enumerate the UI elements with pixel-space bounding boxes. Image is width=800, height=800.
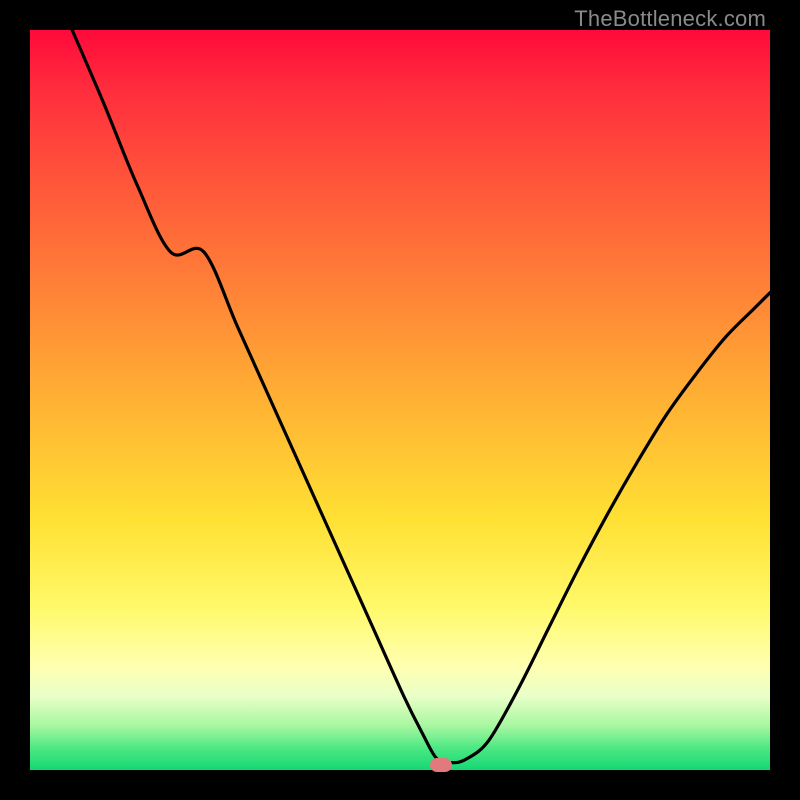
watermark-text: TheBottleneck.com	[574, 6, 766, 32]
chart-frame: TheBottleneck.com	[0, 0, 800, 800]
curve-svg	[30, 30, 770, 770]
min-marker	[430, 758, 452, 772]
plot-area	[30, 30, 770, 770]
bottleneck-curve	[72, 30, 770, 763]
